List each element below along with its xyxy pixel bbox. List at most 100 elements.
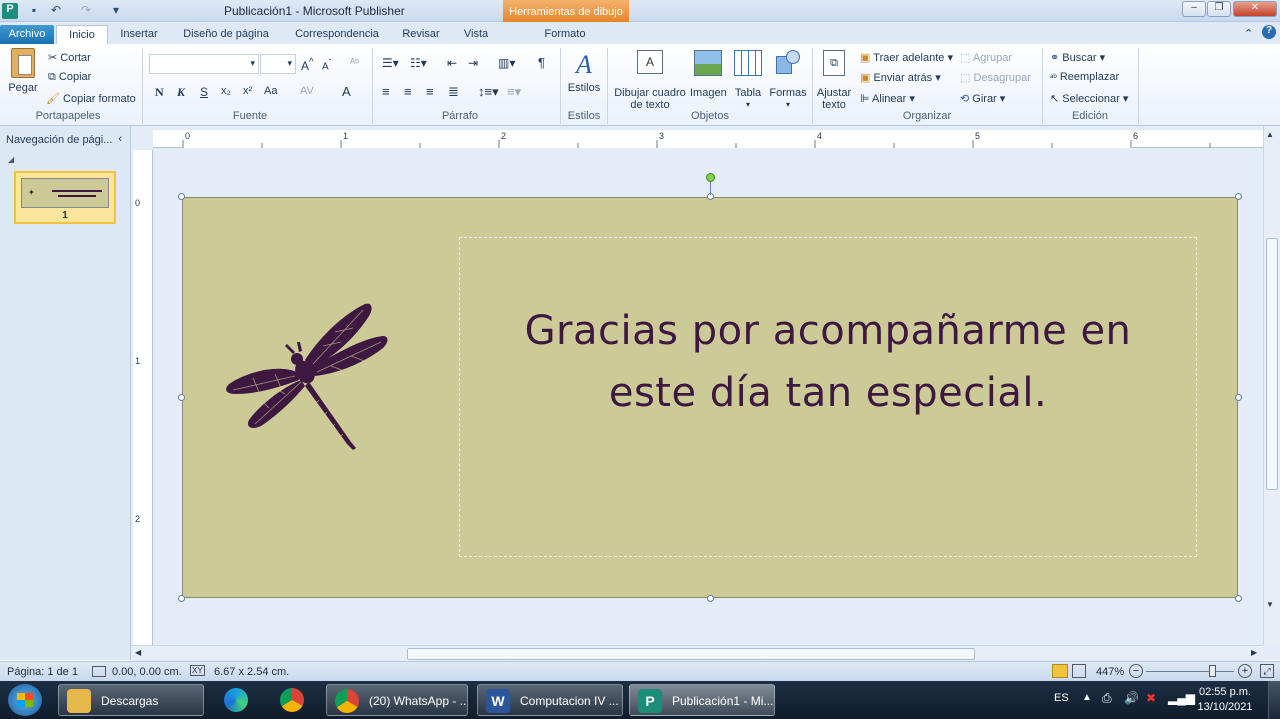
taskbar-item-edge[interactable] (212, 684, 260, 716)
tab-formato[interactable]: Formato (530, 25, 600, 44)
bullets-icon[interactable]: ☰▾ (382, 56, 399, 70)
paste-button[interactable]: Pegar (6, 48, 40, 94)
collapse-pane-icon[interactable]: ‹ (118, 133, 122, 145)
resize-handle[interactable] (178, 595, 185, 602)
resize-handle[interactable] (1235, 193, 1242, 200)
customize-qat-icon[interactable]: ▾ (108, 3, 124, 19)
tab-insertar[interactable]: Insertar (114, 25, 164, 44)
pilcrow-button[interactable]: ¶ (538, 55, 545, 70)
line-spacing-icon[interactable]: ↕≡▾ (478, 84, 499, 100)
font-size-dropdown[interactable]: ▾ (260, 54, 296, 74)
language-indicator[interactable]: ES (1054, 692, 1069, 704)
draw-textbox-button[interactable]: A Dibujar cuadro de texto (612, 48, 688, 111)
tab-diseno-pagina[interactable]: Diseño de página (178, 25, 274, 44)
rotate-handle[interactable] (706, 173, 715, 182)
wrap-text-button[interactable]: ⧉ Ajustar texto (815, 48, 853, 111)
underline-button[interactable]: S (200, 85, 208, 99)
align-button[interactable]: ⊫ Alinear ▾ (860, 92, 915, 105)
clear-format-icon[interactable]: ᴬᵇ (350, 57, 359, 69)
horizontal-scroll-thumb[interactable] (407, 648, 975, 660)
tab-archivo[interactable]: Archivo (0, 25, 54, 44)
format-painter-button[interactable]: 🖌 Copiar formato (46, 92, 136, 105)
taskbar-item-publisher[interactable]: P Publicación1 - Mi... (629, 684, 775, 716)
replace-button[interactable]: ᵃᵇ Reemplazar (1050, 71, 1119, 83)
collapse-ribbon-icon[interactable]: ⌃ (1244, 27, 1253, 40)
columns-icon[interactable]: ▥▾ (498, 56, 515, 70)
show-desktop-button[interactable] (1268, 681, 1280, 719)
minimize-button[interactable]: – (1182, 1, 1206, 17)
bring-forward-button[interactable]: ▣ Traer adelante ▾ (860, 51, 953, 64)
taskbar-item-downloads[interactable]: Descargas (58, 684, 204, 716)
tab-correspondencia[interactable]: Correspondencia (290, 25, 384, 44)
network-error-icon[interactable]: ✖ (1146, 691, 1156, 705)
group-button[interactable]: ⬚ Agrupar (960, 51, 1012, 64)
page-indicator[interactable]: Página: 1 de 1 (7, 666, 78, 678)
single-page-view-icon[interactable] (1052, 664, 1068, 678)
close-button[interactable]: ✕ (1233, 1, 1277, 17)
redo-icon[interactable]: ↷ (78, 3, 94, 19)
resize-handle[interactable] (1235, 394, 1242, 401)
taskbar-item-whatsapp[interactable]: (20) WhatsApp - ... (326, 684, 468, 716)
ungroup-button[interactable]: ⬚ Desagrupar (960, 71, 1031, 84)
maximize-button[interactable]: ❐ (1207, 1, 1231, 17)
scroll-down-icon[interactable]: ▼ (1266, 600, 1274, 609)
rotate-button[interactable]: ⟲ Girar ▾ (960, 92, 1005, 105)
publisher-app-icon[interactable]: P (2, 3, 18, 19)
page-thumbnail[interactable]: ✦ 1 (14, 171, 116, 224)
horizontal-scrollbar[interactable]: ◀ ▶ (131, 645, 1263, 661)
subscript-button[interactable]: x₂ (221, 85, 231, 97)
font-color-button[interactable]: A (342, 84, 351, 99)
horizontal-ruler[interactable]: 0 1 2 3 4 5 6 (153, 130, 1263, 148)
signal-icon[interactable]: ▂▄▆ (1168, 691, 1195, 705)
align-right-icon[interactable]: ≡ (426, 84, 434, 99)
decrease-indent-icon[interactable]: ⇤ (447, 56, 457, 70)
table-button[interactable]: Tabla ▾ (731, 48, 765, 111)
zoom-slider-track[interactable] (1146, 671, 1234, 672)
resize-handle[interactable] (1235, 595, 1242, 602)
styles-button[interactable]: A Estilos (565, 48, 603, 94)
shrink-font-button[interactable]: Aˇ (322, 57, 331, 72)
zoom-out-icon[interactable]: − (1129, 664, 1143, 678)
scroll-left-icon[interactable]: ◀ (135, 648, 141, 657)
send-backward-button[interactable]: ▣ Enviar atrás ▾ (860, 71, 941, 84)
save-icon[interactable]: ▪ (26, 3, 42, 19)
resize-handle[interactable] (178, 193, 185, 200)
italic-button[interactable]: K (177, 85, 185, 100)
greeting-text[interactable]: Gracias por acompañarme en este día tan … (459, 300, 1197, 424)
copy-button[interactable]: ⧉ Copiar (48, 71, 91, 84)
character-spacing-button[interactable]: AV (300, 85, 314, 97)
resize-handle[interactable] (178, 394, 185, 401)
numbering-icon[interactable]: ☷▾ (410, 56, 427, 70)
dragonfly-icon[interactable] (223, 302, 393, 452)
two-page-view-icon[interactable] (1072, 664, 1086, 678)
align-left-icon[interactable]: ≡ (382, 84, 390, 99)
bold-button[interactable]: N (155, 85, 164, 100)
tab-inicio[interactable]: Inicio (56, 25, 108, 44)
shapes-button[interactable]: Formas ▾ (768, 48, 808, 111)
device-icon[interactable]: ⎙ (1102, 691, 1112, 706)
cut-button[interactable]: ✂ Cortar (48, 51, 91, 64)
section-collapse-icon[interactable]: ◢ (8, 155, 14, 164)
zoom-level[interactable]: 447% (1096, 666, 1124, 678)
scroll-up-icon[interactable]: ▲ (1266, 130, 1274, 139)
clock[interactable]: 02:55 p.m. 13/10/2021 (1192, 685, 1258, 715)
select-button[interactable]: ↖ Seleccionar ▾ (1050, 92, 1128, 105)
font-name-dropdown[interactable]: ▾ (149, 54, 259, 74)
scroll-right-icon[interactable]: ▶ (1251, 648, 1257, 657)
start-button[interactable] (8, 684, 42, 716)
volume-icon[interactable]: 🔊 (1124, 691, 1139, 705)
fit-page-icon[interactable]: ⤢ (1260, 664, 1274, 678)
superscript-button[interactable]: x² (243, 85, 252, 97)
taskbar-item-word[interactable]: W Computacion IV ... (477, 684, 623, 716)
grow-font-button[interactable]: A^ (301, 57, 314, 73)
resize-handle[interactable] (707, 595, 714, 602)
undo-icon[interactable]: ↶ (48, 3, 64, 19)
help-icon[interactable]: ? (1262, 25, 1276, 39)
tab-revisar[interactable]: Revisar (398, 25, 444, 44)
change-case-button[interactable]: Aa (264, 85, 277, 97)
find-button[interactable]: ⚭ Buscar ▾ (1050, 51, 1105, 64)
align-center-icon[interactable]: ≡ (404, 84, 412, 99)
image-button[interactable]: Imagen (690, 48, 727, 99)
justify-icon[interactable]: ≣ (448, 84, 459, 100)
tab-vista[interactable]: Vista (458, 25, 494, 44)
